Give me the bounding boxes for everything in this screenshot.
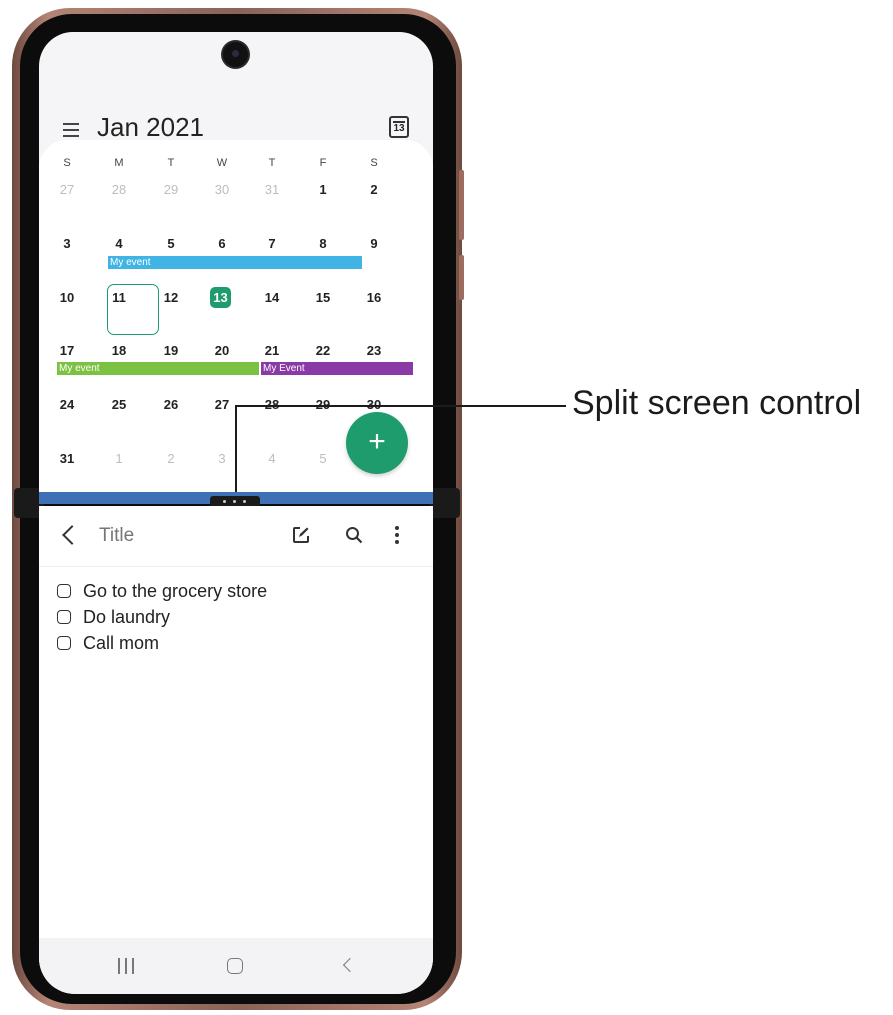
callout-line-vertical: [235, 405, 237, 492]
event-bar[interactable]: My event: [57, 362, 259, 375]
calendar-day[interactable]: 14: [257, 290, 287, 305]
calendar-day[interactable]: 27: [52, 182, 82, 197]
volume-button: [459, 170, 464, 240]
calendar-day[interactable]: 16: [359, 290, 389, 305]
event-bar[interactable]: My Event: [261, 362, 413, 375]
menu-icon[interactable]: [63, 120, 83, 140]
recents-icon[interactable]: [116, 958, 136, 974]
back-arrow-icon[interactable]: [62, 525, 82, 545]
checkbox[interactable]: [57, 584, 71, 598]
calendar-day[interactable]: 2: [156, 451, 186, 466]
calendar-day[interactable]: 4: [104, 236, 134, 251]
callout-line-horizontal: [235, 405, 566, 407]
weekday-header: M: [114, 157, 124, 169]
front-camera: [223, 42, 248, 67]
calendar-day[interactable]: 6: [207, 236, 237, 251]
calendar-day[interactable]: 11: [104, 290, 134, 305]
calendar-day[interactable]: 30: [207, 182, 237, 197]
weekday-header: T: [268, 157, 276, 169]
checklist-item-text[interactable]: Call mom: [83, 633, 159, 653]
checklist-item-text[interactable]: Do laundry: [83, 607, 170, 627]
weekday-header: W: [216, 157, 228, 169]
calendar-day[interactable]: 5: [156, 236, 186, 251]
calendar-day[interactable]: 27: [207, 397, 237, 412]
more-options-icon[interactable]: [394, 526, 400, 546]
calendar-day[interactable]: 3: [52, 236, 82, 251]
calendar-day[interactable]: 18: [104, 343, 134, 358]
calendar-day[interactable]: 31: [52, 451, 82, 466]
calendar-day[interactable]: 15: [308, 290, 338, 305]
checklist-item: Go to the grocery store: [57, 578, 267, 604]
calendar-day[interactable]: 26: [156, 397, 186, 412]
calendar-day[interactable]: 5: [308, 451, 338, 466]
calendar-day[interactable]: 29: [156, 182, 186, 197]
checkbox[interactable]: [57, 610, 71, 624]
weekday-header: F: [319, 157, 327, 169]
calendar-day[interactable]: 24: [52, 397, 82, 412]
notes-app: Go to the grocery store Do laundry Call mo…: [39, 506, 433, 994]
month-title[interactable]: Jan 2021: [97, 112, 204, 143]
weekday-header: S: [63, 157, 71, 169]
calendar-day[interactable]: 9: [359, 236, 389, 251]
checklist-item-text[interactable]: Go to the grocery store: [83, 581, 267, 601]
search-icon[interactable]: [345, 526, 363, 544]
checklist: Go to the grocery store Do laundry Call mo…: [57, 578, 267, 656]
notes-toolbar: [39, 506, 433, 567]
calendar-day[interactable]: 22: [308, 343, 338, 358]
edit-icon[interactable]: [292, 526, 310, 544]
calendar-day[interactable]: 2: [359, 182, 389, 197]
side-key: [459, 255, 464, 300]
calendar-day[interactable]: 21: [257, 343, 287, 358]
calendar-day[interactable]: 1: [308, 182, 338, 197]
checkbox[interactable]: [57, 636, 71, 650]
note-title-input[interactable]: [99, 525, 249, 547]
nav-back-icon[interactable]: [342, 957, 358, 973]
add-event-button[interactable]: +: [346, 412, 408, 474]
callout-label: Split screen control: [572, 384, 862, 422]
event-bar[interactable]: My event: [108, 256, 362, 269]
calendar-day[interactable]: 20: [207, 343, 237, 358]
calendar-day[interactable]: 12: [156, 290, 186, 305]
home-icon[interactable]: [227, 958, 243, 974]
calendar-day[interactable]: 7: [257, 236, 287, 251]
calendar-day[interactable]: 25: [104, 397, 134, 412]
navigation-bar: [39, 938, 433, 994]
calendar-day[interactable]: 8: [308, 236, 338, 251]
weekday-header: S: [370, 157, 378, 169]
calendar-day[interactable]: 23: [359, 343, 389, 358]
weekday-header: T: [167, 157, 175, 169]
checklist-item: Call mom: [57, 630, 267, 656]
today-calendar-icon[interactable]: 13: [389, 116, 409, 138]
hinge-right: [430, 488, 460, 518]
today-day-chip[interactable]: 13: [210, 287, 231, 308]
calendar-day[interactable]: 10: [52, 290, 82, 305]
calendar-day[interactable]: 4: [257, 451, 287, 466]
calendar-day[interactable]: 3: [207, 451, 237, 466]
checklist-item: Do laundry: [57, 604, 267, 630]
calendar-day[interactable]: 1: [104, 451, 134, 466]
calendar-day[interactable]: 31: [257, 182, 287, 197]
calendar-day[interactable]: 17: [52, 343, 82, 358]
calendar-day[interactable]: 28: [104, 182, 134, 197]
calendar-day[interactable]: 19: [156, 343, 186, 358]
